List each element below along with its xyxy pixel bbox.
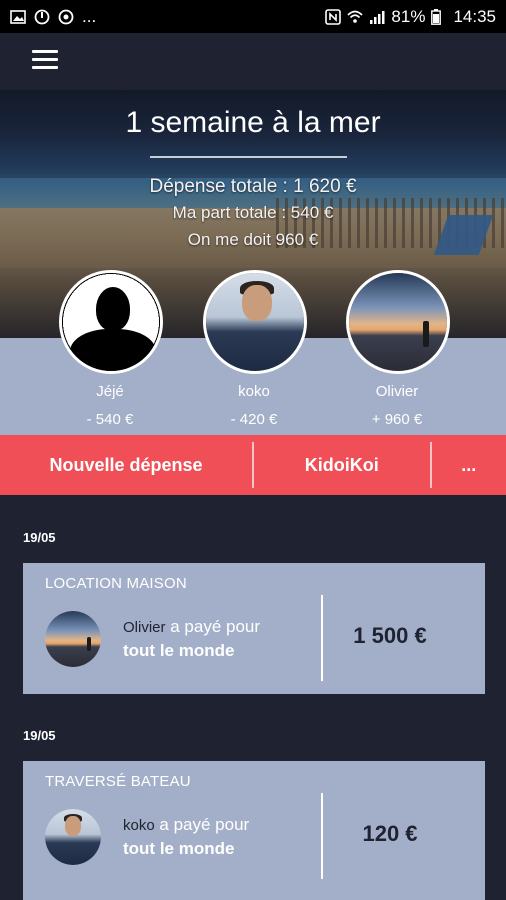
expense-date: 19/05 <box>23 728 56 743</box>
avatar[interactable] <box>59 270 163 374</box>
payer-name: Olivier <box>123 619 166 636</box>
avatar[interactable] <box>346 270 450 374</box>
trip-title: 1 semaine à la mer <box>125 106 381 139</box>
new-expense-button[interactable]: Nouvelle dépense <box>0 435 252 495</box>
payer-avatar <box>45 809 101 865</box>
clock: 14:35 <box>453 6 496 26</box>
member-balance: + 960 € <box>371 411 423 428</box>
beneficiaries: tout le monde <box>123 839 235 858</box>
power-icon <box>34 9 50 25</box>
menu-icon[interactable] <box>32 50 58 72</box>
status-bar: ... 81% 14:35 <box>0 0 506 33</box>
paid-text: a payé pour <box>170 617 261 636</box>
title-underline <box>150 156 347 158</box>
total-expense: Dépense totale : 1 620 € <box>149 176 357 197</box>
my-share: Ma part totale : 540 € <box>172 203 334 222</box>
wifi-icon <box>347 9 363 25</box>
member-balance: - 420 € <box>230 411 278 428</box>
koko-photo <box>206 273 304 371</box>
member-name: Jéjé <box>96 383 124 400</box>
signal-icon <box>369 9 385 25</box>
expense-amount: 1 500 € <box>353 623 427 648</box>
expense-date: 19/05 <box>23 530 56 545</box>
payer-avatar <box>45 611 101 667</box>
battery-icon <box>431 8 447 25</box>
member-name: Olivier <box>375 383 419 400</box>
member-balance: - 540 € <box>86 411 134 428</box>
app-bar <box>0 33 506 90</box>
avatar[interactable] <box>203 270 307 374</box>
beneficiaries: tout le monde <box>123 641 235 660</box>
image-icon <box>10 9 26 25</box>
paid-text: a payé pour <box>159 815 250 834</box>
more-notifications: ... <box>82 6 97 26</box>
nfc-icon <box>325 8 342 25</box>
more-button[interactable]: ... <box>432 435 506 495</box>
members-panel: Jéjé - 540 € koko - 420 € Olivier + 960 … <box>0 270 506 435</box>
payer-line: Olivier a payé pour <box>123 617 260 637</box>
kidoikoi-button[interactable]: KidoiKoi <box>254 435 430 495</box>
expense-card[interactable]: LOCATION MAISON Olivier a payé pour tout… <box>23 563 485 694</box>
battery-level: 81% <box>391 6 426 26</box>
expense-title: LOCATION MAISON <box>45 575 187 592</box>
payer-line: koko a payé pour <box>123 815 249 835</box>
expense-card[interactable]: TRAVERSÉ BATEAU koko a payé pour tout le… <box>23 761 485 900</box>
olivier-photo <box>349 273 447 371</box>
member-name: koko <box>238 383 270 400</box>
owed-to-me: On me doit 960 € <box>187 230 319 249</box>
action-bar: Nouvelle dépense KidoiKoi ... <box>0 435 506 495</box>
expense-amount: 120 € <box>362 821 418 846</box>
default-avatar-icon <box>62 273 160 371</box>
sync-icon <box>58 9 74 25</box>
expense-title: TRAVERSÉ BATEAU <box>45 773 191 790</box>
payer-name: koko <box>123 817 155 834</box>
